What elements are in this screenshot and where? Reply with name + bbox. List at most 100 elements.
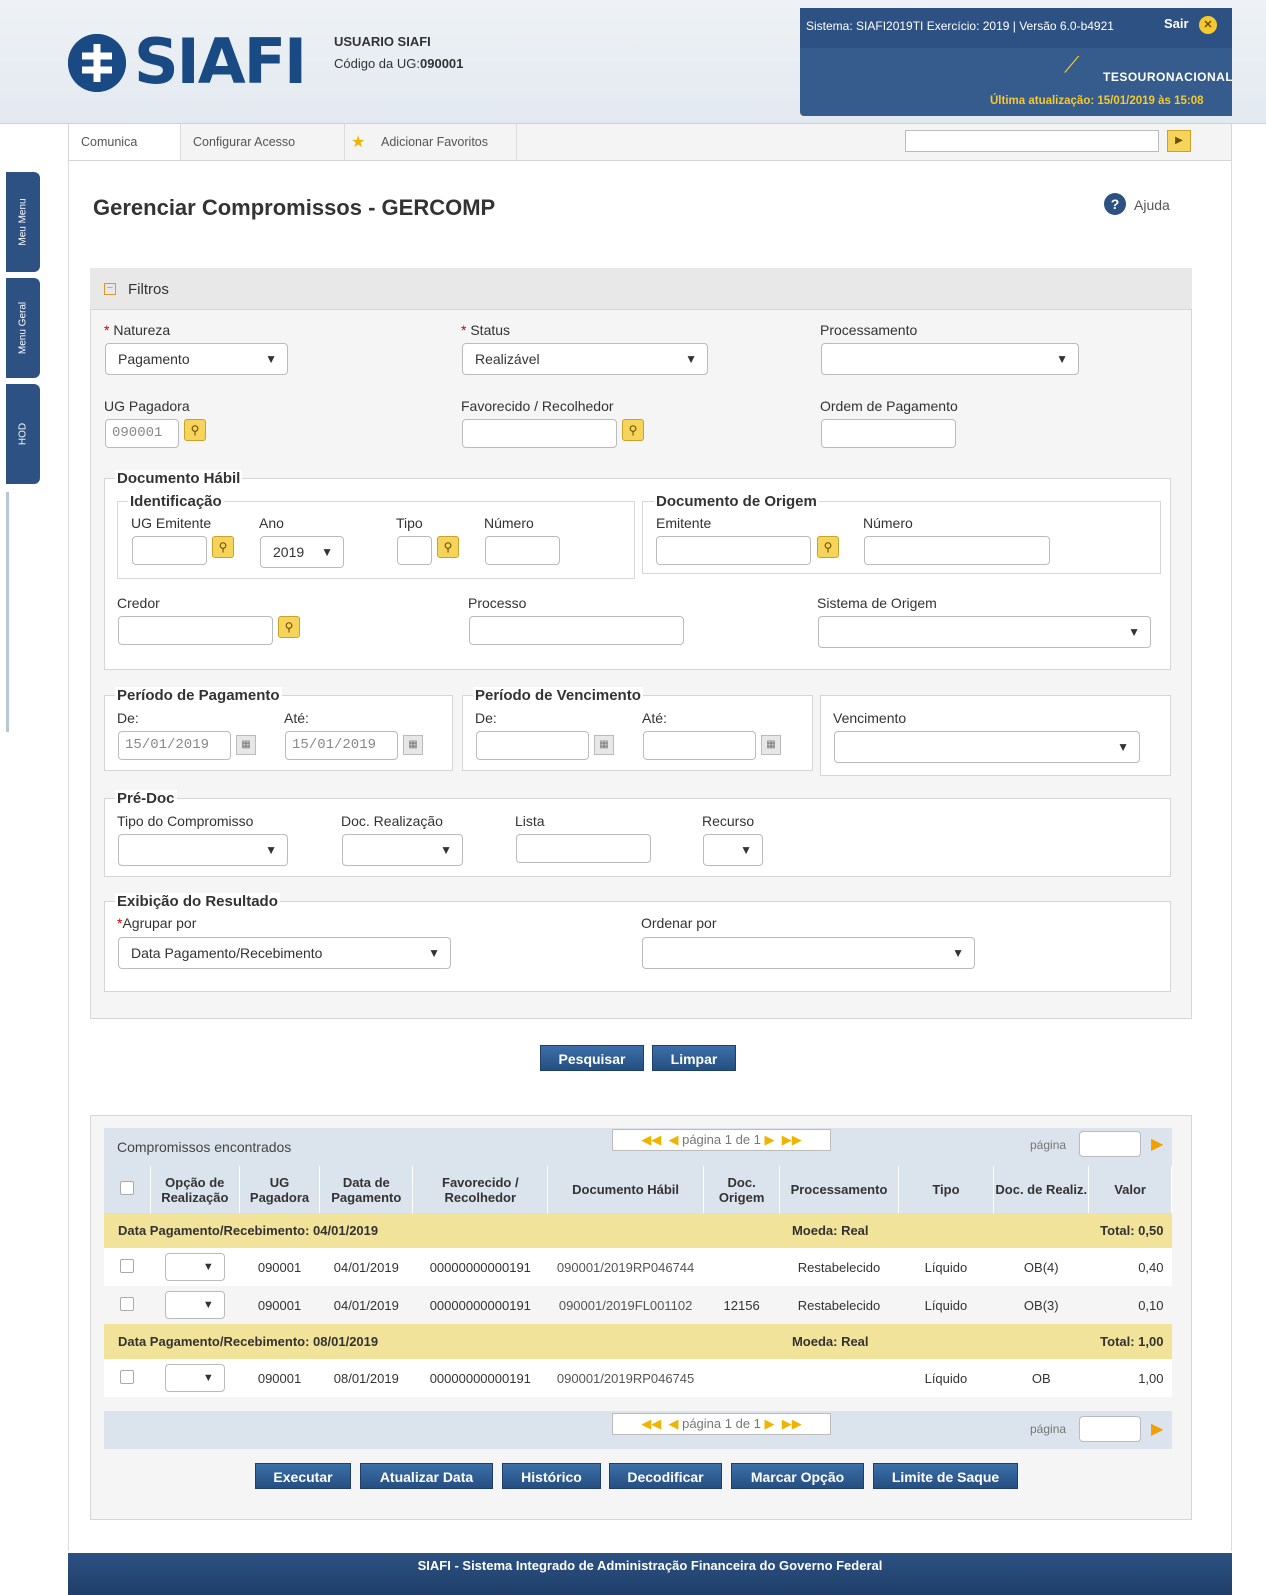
venc-ate-input[interactable] (643, 731, 756, 760)
vencimento-select[interactable]: ▼ (834, 731, 1140, 763)
side-tab-meu-menu[interactable]: Meu Menu (6, 172, 40, 272)
calendar-icon[interactable]: ▦ (594, 735, 614, 755)
atualizar-data-button[interactable]: Atualizar Data (360, 1463, 493, 1489)
lista-input[interactable] (516, 834, 651, 863)
ano-label: Ano (259, 515, 284, 531)
search-icon[interactable]: ⚲ (437, 536, 459, 558)
pag-de-input[interactable]: 15/01/2019 (118, 731, 231, 760)
ug-pagadora-input[interactable]: 090001 (105, 419, 179, 448)
go-page-icon[interactable]: ▶ (1151, 1419, 1163, 1439)
col-tipo[interactable]: Tipo (898, 1166, 995, 1213)
pag-ate-input[interactable]: 15/01/2019 (285, 731, 398, 760)
tipo-input[interactable] (397, 536, 432, 565)
search-icon[interactable]: ⚲ (212, 536, 234, 558)
calendar-icon[interactable]: ▦ (761, 735, 781, 755)
col-doc-realiz[interactable]: Doc. de Realiz. (993, 1166, 1090, 1213)
numero-input[interactable] (485, 536, 560, 565)
doc-realizacao-select[interactable]: ▼ (342, 834, 463, 866)
side-tab-menu-geral[interactable]: Menu Geral (6, 278, 40, 378)
col-favorecido[interactable]: Favorecido / Recolhedor (412, 1166, 549, 1213)
opcao-select[interactable]: ▼ (164, 1291, 225, 1319)
cell-documento-link[interactable]: 090001/2019RP046745 (548, 1359, 703, 1397)
help-icon[interactable]: ? (1104, 193, 1126, 215)
help-link[interactable]: Ajuda (1134, 197, 1170, 213)
emitente-input[interactable] (656, 536, 811, 565)
processamento-select[interactable]: ▼ (821, 343, 1079, 375)
search-icon[interactable]: ⚲ (278, 616, 300, 638)
ordenar-select[interactable]: ▼ (642, 937, 975, 969)
nav-configurar-acesso[interactable]: Configurar Acesso (181, 124, 345, 160)
select-all-checkbox[interactable] (119, 1181, 134, 1195)
col-processamento[interactable]: Processamento (779, 1166, 899, 1213)
row-checkbox[interactable] (120, 1369, 135, 1384)
limpar-button[interactable]: Limpar (652, 1045, 736, 1071)
nav-comunica[interactable]: Comunica (69, 124, 181, 160)
exit-icon[interactable]: ✕ (1199, 16, 1217, 34)
col-valor[interactable]: Valor (1088, 1166, 1172, 1213)
natureza-select[interactable]: Pagamento ▼ (105, 343, 288, 375)
status-select[interactable]: Realizável ▼ (462, 343, 708, 375)
prev-page-icon[interactable]: ◀ (668, 1416, 678, 1431)
venc-de-input[interactable] (476, 731, 589, 760)
ano-select[interactable]: 2019 ▼ (260, 536, 344, 568)
cell-processamento: Restabelecido (797, 1297, 881, 1313)
ordem-pagamento-input[interactable] (821, 419, 956, 448)
nav-adicionar-favoritos[interactable]: Adicionar Favoritos (345, 124, 517, 160)
collapse-icon[interactable]: − (104, 283, 116, 295)
exit-link[interactable]: Sair (1164, 16, 1189, 31)
doc-realizacao-label: Doc. Realização (341, 813, 443, 829)
page-input[interactable] (1079, 1131, 1141, 1157)
side-tab-hod[interactable]: HOD (6, 384, 40, 484)
agrupar-select[interactable]: Data Pagamento/Recebimento ▼ (118, 937, 451, 969)
calendar-icon[interactable]: ▦ (403, 735, 423, 755)
sistema-origem-select[interactable]: ▼ (818, 616, 1151, 648)
col-doc-origem[interactable]: Doc. Origem (703, 1166, 781, 1213)
cell-documento-link[interactable]: 090001/2019FL001102 (548, 1286, 703, 1324)
search-icon[interactable]: ⚲ (622, 419, 644, 441)
calendar-icon[interactable]: ▦ (236, 735, 256, 755)
page-input[interactable] (1079, 1416, 1141, 1442)
group-spacer (548, 1324, 780, 1359)
search-icon[interactable]: ⚲ (184, 419, 206, 441)
credor-input[interactable] (118, 616, 273, 645)
row-checkbox[interactable] (120, 1258, 135, 1273)
processo-input[interactable] (469, 616, 684, 645)
limite-saque-button[interactable]: Limite de Saque (873, 1463, 1018, 1489)
col-opcao[interactable]: Opção de Realização (150, 1166, 240, 1213)
group-label: Data Pagamento/Recebimento: 04/01/2019 (118, 1223, 379, 1238)
go-page-icon[interactable]: ▶ (1151, 1134, 1163, 1154)
filters-header[interactable] (90, 268, 1192, 310)
next-page-icon[interactable]: ▶ (765, 1132, 775, 1147)
favorecido-input[interactable] (462, 419, 617, 448)
next-page-icon[interactable]: ▶ (765, 1416, 775, 1431)
nav-search-input[interactable] (905, 130, 1159, 152)
agrupar-select-value: Data Pagamento/Recebimento (131, 945, 323, 961)
col-documento-habil[interactable]: Documento Hábil (547, 1166, 704, 1213)
results-title: Compromissos encontrados (117, 1139, 292, 1155)
recurso-select[interactable]: ▼ (703, 834, 763, 866)
first-page-icon[interactable]: ◀◀ (641, 1416, 661, 1431)
cell-data: 04/01/2019 (333, 1259, 399, 1275)
prev-page-icon[interactable]: ◀ (668, 1132, 678, 1147)
first-page-icon[interactable]: ◀◀ (641, 1132, 661, 1147)
cell-documento-link[interactable]: 090001/2019RP046744 (548, 1248, 703, 1286)
opcao-select[interactable]: ▼ (164, 1364, 225, 1392)
nav-go-icon[interactable]: ▶ (1167, 130, 1191, 152)
ug-code: Código da UG:090001 (334, 56, 463, 71)
last-page-icon[interactable]: ▶▶ (782, 1416, 802, 1431)
pesquisar-button[interactable]: Pesquisar (540, 1045, 644, 1071)
last-page-icon[interactable]: ▶▶ (782, 1132, 802, 1147)
decodificar-button[interactable]: Decodificar (609, 1463, 722, 1489)
historico-button[interactable]: Histórico (502, 1463, 601, 1489)
group-label: Data Pagamento/Recebimento: 08/01/2019 (118, 1334, 379, 1349)
ug-emitente-input[interactable] (132, 536, 207, 565)
row-checkbox[interactable] (120, 1296, 135, 1311)
opcao-select[interactable]: ▼ (164, 1253, 225, 1281)
col-data-pagamento[interactable]: Data de Pagamento (319, 1166, 414, 1213)
search-icon[interactable]: ⚲ (817, 536, 839, 558)
col-ug-pagadora[interactable]: UG Pagadora (239, 1166, 321, 1213)
numero-origem-input[interactable] (864, 536, 1050, 565)
tipo-compromisso-select[interactable]: ▼ (118, 834, 288, 866)
marcar-opcao-button[interactable]: Marcar Opção (731, 1463, 864, 1489)
executar-button[interactable]: Executar (255, 1463, 351, 1489)
